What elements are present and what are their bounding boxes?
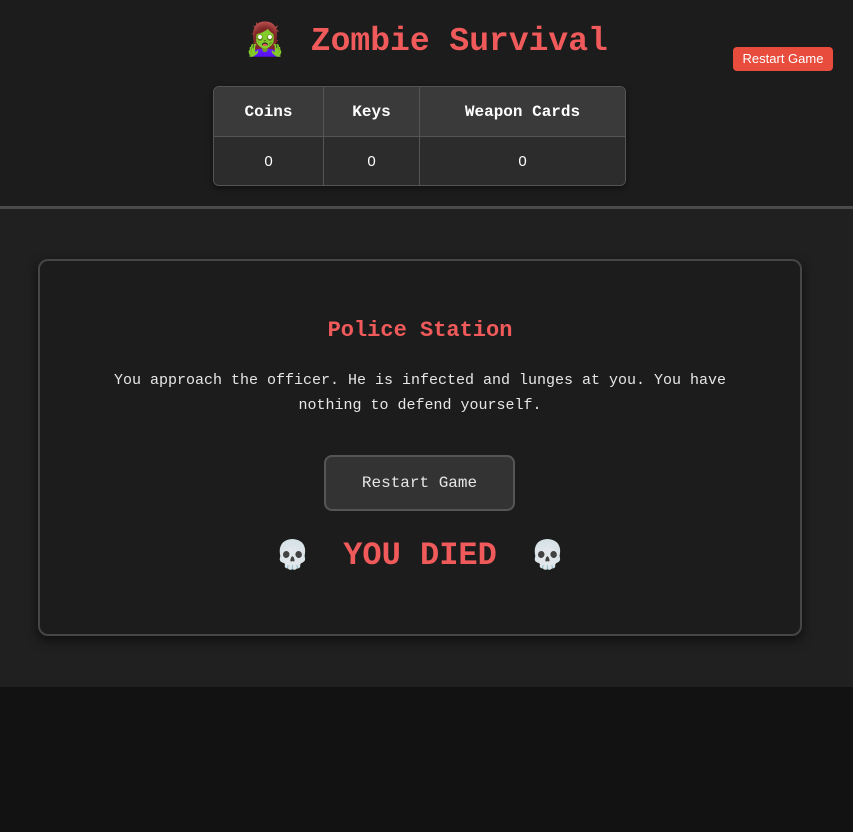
location-title: Police Station (327, 318, 513, 343)
restart-game-button[interactable]: Restart Game (324, 455, 515, 511)
keys-header: Keys (324, 87, 420, 137)
coins-header: Coins (214, 87, 324, 137)
death-banner: 💀 YOU DIED 💀 (40, 535, 800, 579)
story-text: You approach the officer. He is infected… (113, 372, 727, 414)
inventory-header-row: Coins Keys Weapon Cards (214, 87, 625, 137)
coins-count: 0 (214, 137, 324, 185)
skull-icon: 💀 (275, 542, 310, 573)
inventory-values-row: 0 0 0 (214, 137, 625, 185)
zombie-icon: 🧟‍♀️ (245, 23, 285, 60)
game-title-text: Zombie Survival (310, 23, 608, 60)
skull-icon: 💀 (530, 542, 565, 573)
weapon-cards-count: 0 (420, 137, 625, 185)
game-title: 🧟‍♀️ Zombie Survival (0, 20, 853, 64)
game-header: 🧟‍♀️ Zombie Survival Restart Game Coins … (0, 0, 853, 206)
weapon-cards-header: Weapon Cards (420, 87, 625, 137)
scene-card: Police Station You approach the officer.… (38, 259, 802, 636)
keys-count: 0 (324, 137, 420, 185)
death-status-text: YOU DIED (343, 537, 497, 574)
game-area: Police Station You approach the officer.… (0, 209, 853, 687)
header-restart-button[interactable]: Restart Game (733, 47, 833, 71)
inventory-table: Coins Keys Weapon Cards 0 0 0 (213, 86, 626, 186)
